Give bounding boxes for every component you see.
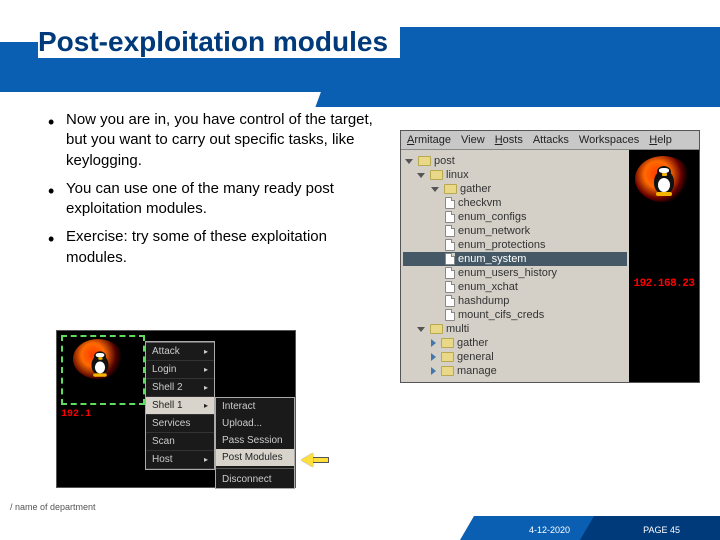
slide-title: Post-exploitation modules [38, 26, 400, 58]
linux-host-icon[interactable] [89, 351, 111, 377]
chevron-right-icon: ▸ [204, 365, 208, 374]
folder-icon [430, 324, 443, 334]
folder-icon [444, 184, 457, 194]
menu-item[interactable]: Armitage [407, 134, 451, 146]
context-submenu: Interact Upload... Pass Session Post Mod… [215, 397, 295, 489]
file-icon [445, 239, 455, 251]
chevron-right-icon: ▸ [204, 401, 208, 410]
file-icon [445, 211, 455, 223]
folder-icon [441, 352, 454, 362]
menu-item[interactable]: Shell 2▸ [146, 379, 214, 397]
menu-item[interactable]: Host▸ [146, 451, 214, 469]
tree-item[interactable]: enum_protections [403, 238, 627, 252]
bullet: Exercise: try some of these exploitation… [48, 227, 388, 268]
file-icon [445, 309, 455, 321]
tree-item-selected[interactable]: enum_system [403, 252, 627, 266]
tree-item[interactable]: hashdump [403, 294, 627, 308]
chevron-down-icon [417, 173, 425, 178]
armitage-window: Armitage View Hosts Attacks Workspaces H… [400, 130, 700, 383]
menu-item[interactable]: Services [146, 415, 214, 433]
context-screenshot: 192.1 Attack▸ Login▸ Shell 2▸ Shell 1▸ S… [56, 330, 296, 488]
menu-item[interactable]: Workspaces [579, 134, 639, 146]
menu-item[interactable]: Scan [146, 433, 214, 451]
file-icon [445, 253, 455, 265]
menu-separator [216, 468, 294, 469]
chevron-right-icon [431, 367, 436, 375]
tree-folder[interactable]: manage [403, 364, 627, 378]
footer-department: / name of department [10, 502, 96, 512]
tree-folder-gather[interactable]: gather [403, 182, 627, 196]
menu-item[interactable]: Pass Session [216, 432, 294, 449]
tree-folder[interactable]: general [403, 350, 627, 364]
tree-item[interactable]: enum_network [403, 224, 627, 238]
bullet: Now you are in, you have control of the … [48, 110, 388, 171]
file-icon [445, 225, 455, 237]
menu-item[interactable]: Interact [216, 398, 294, 415]
folder-icon [441, 338, 454, 348]
tree-folder[interactable]: gather [403, 336, 627, 350]
footer-page: PAGE 45 [643, 525, 680, 535]
tree-item[interactable]: enum_xchat [403, 280, 627, 294]
folder-icon [441, 366, 454, 376]
armitage-menubar: Armitage View Hosts Attacks Workspaces H… [401, 131, 699, 150]
linux-host-icon[interactable] [651, 166, 677, 196]
menu-item[interactable]: Attack▸ [146, 342, 214, 361]
folder-icon [418, 156, 431, 166]
file-icon [445, 281, 455, 293]
file-icon [445, 267, 455, 279]
chevron-right-icon: ▸ [204, 455, 208, 464]
chevron-down-icon [431, 187, 439, 192]
menu-item-highlighted[interactable]: Post Modules [216, 449, 294, 466]
menu-item[interactable]: Upload... [216, 415, 294, 432]
file-icon [445, 295, 455, 307]
menu-item[interactable]: Login▸ [146, 361, 214, 379]
menu-item[interactable]: Hosts [495, 134, 523, 146]
tree-item[interactable]: enum_configs [403, 210, 627, 224]
chevron-right-icon [431, 353, 436, 361]
menu-item[interactable]: View [461, 134, 485, 146]
bullet: You can use one of the many ready post e… [48, 179, 388, 220]
tree-item[interactable]: checkvm [403, 196, 627, 210]
menu-item-highlighted[interactable]: Shell 1▸ [146, 397, 214, 415]
host-ip-label: 192.168.23 [633, 278, 694, 290]
tree-item[interactable]: enum_users_history [403, 266, 627, 280]
folder-icon [430, 170, 443, 180]
chevron-down-icon [417, 327, 425, 332]
chevron-right-icon: ▸ [204, 347, 208, 356]
menu-item[interactable]: Attacks [533, 134, 569, 146]
context-menu: Attack▸ Login▸ Shell 2▸ Shell 1▸ Service… [145, 341, 215, 470]
chevron-down-icon [405, 159, 413, 164]
chevron-right-icon [431, 339, 436, 347]
callout-arrow-icon [301, 453, 329, 467]
menu-item[interactable]: Help [649, 134, 672, 146]
menu-item[interactable]: Disconnect [216, 471, 294, 488]
tree-folder-post[interactable]: post [403, 154, 627, 168]
tree-item[interactable]: mount_cifs_creds [403, 308, 627, 322]
tree-folder-multi[interactable]: multi [403, 322, 627, 336]
file-icon [445, 197, 455, 209]
tree-folder-linux[interactable]: linux [403, 168, 627, 182]
module-tree[interactable]: post linux gather checkvm enum_configs e… [401, 150, 629, 382]
chevron-right-icon: ▸ [204, 383, 208, 392]
host-ip-label: 192.1 [61, 409, 91, 420]
slide-body: Now you are in, you have control of the … [48, 110, 388, 276]
hosts-panel: 192.168.23 [629, 150, 699, 382]
footer-date: 4-12-2020 [529, 525, 570, 535]
